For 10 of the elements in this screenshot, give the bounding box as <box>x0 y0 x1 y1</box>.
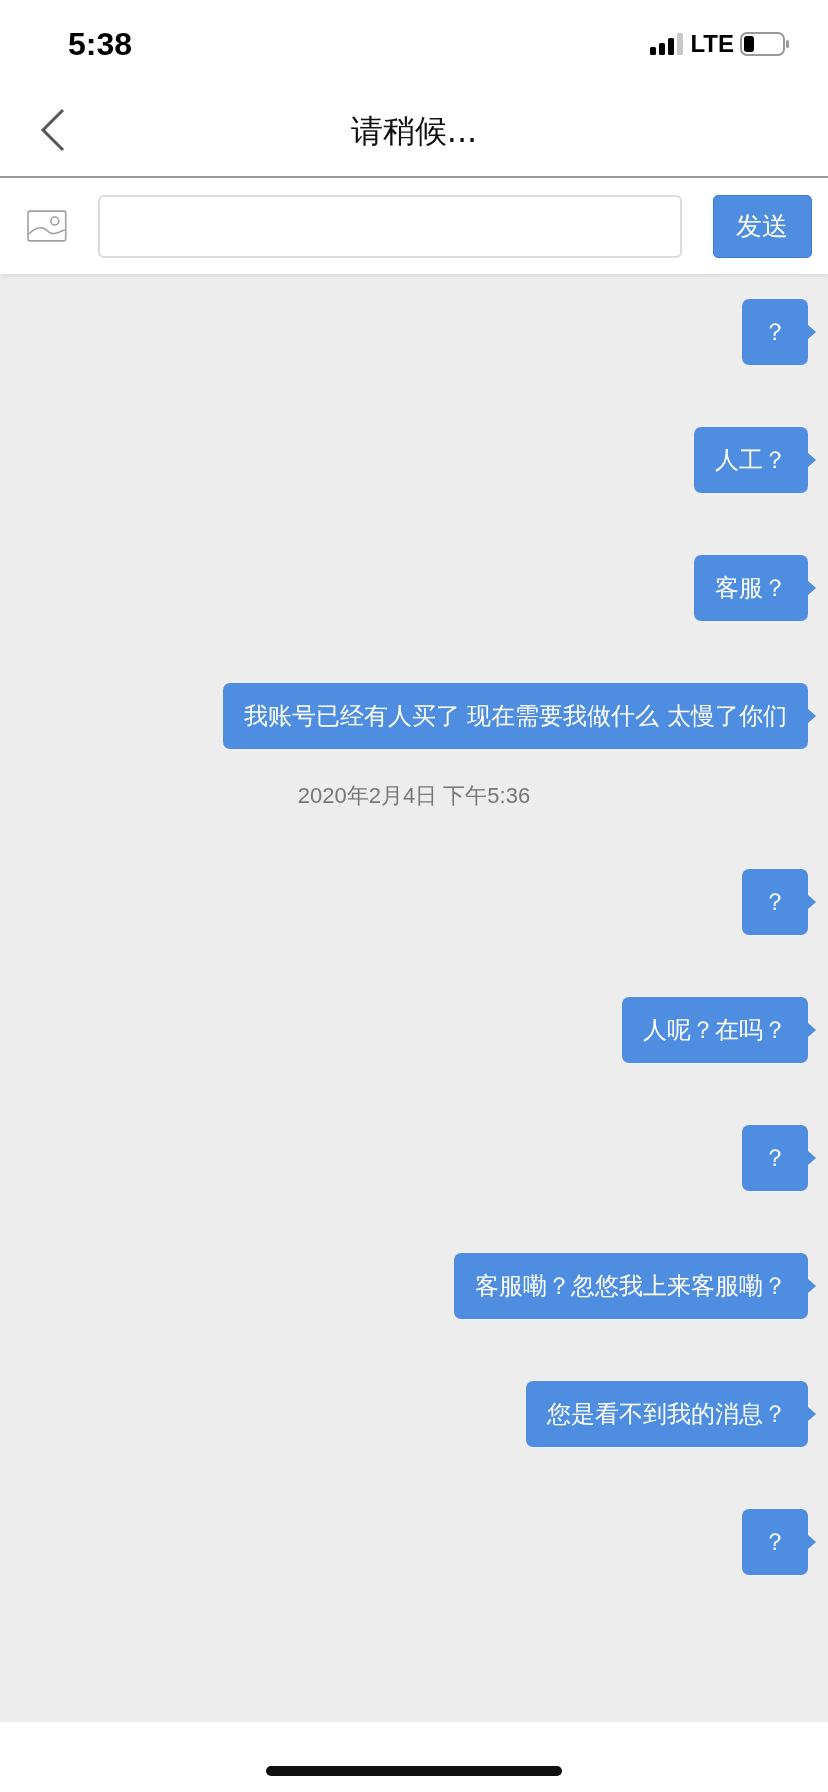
nav-title: 请稍候... <box>350 111 478 152</box>
back-icon[interactable] <box>40 108 66 152</box>
timestamp: 2020年2月4日 下午5:36 <box>297 782 531 810</box>
message-input[interactable] <box>97 194 682 258</box>
signal-icon <box>650 33 685 55</box>
status-time: 5:38 <box>68 25 133 63</box>
battery-icon <box>740 32 790 56</box>
network-label: LTE <box>690 30 734 58</box>
image-icon[interactable] <box>27 210 67 242</box>
send-button[interactable]: 发送 <box>712 194 812 258</box>
